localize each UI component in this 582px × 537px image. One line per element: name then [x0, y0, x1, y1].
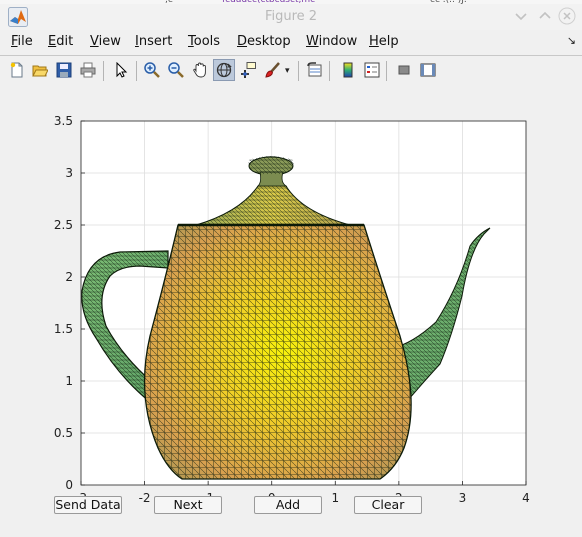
open-file-icon	[32, 65, 48, 77]
close-icon	[558, 7, 576, 25]
new-figure-icon	[10, 62, 23, 78]
y-axis: 0 0.5 1 1.5 2 2.5 3 3.5	[54, 114, 85, 492]
figure-canvas: 00.511.522.533.5 -3-2-101234 Send Data N…	[0, 86, 582, 537]
chevron-down-icon	[515, 13, 527, 21]
toolbar-separator	[329, 61, 330, 81]
zoom-out-button[interactable]	[165, 59, 187, 81]
pan-icon	[193, 62, 206, 78]
legend-button[interactable]	[361, 59, 383, 81]
y-tick-label: 1.5	[54, 322, 73, 336]
figure-toolbar: ▾	[0, 55, 582, 87]
data-cursor-button[interactable]	[237, 59, 259, 81]
teapot-body-mesh	[144, 225, 412, 479]
brush-button[interactable]	[261, 59, 283, 81]
y-tick-label: 0.5	[54, 426, 73, 440]
zoom-in-button[interactable]	[141, 59, 163, 81]
menu-tools[interactable]: Tools	[188, 34, 220, 49]
show-plot-tools-button[interactable]	[417, 59, 439, 81]
add-button[interactable]: Add	[254, 496, 322, 514]
print-button[interactable]	[77, 59, 99, 81]
toolbar-separator	[136, 61, 137, 81]
send-data-button[interactable]: Send Data	[54, 496, 122, 514]
y-tick-label: 2	[65, 270, 73, 284]
show-plot-tools-icon	[420, 63, 436, 77]
close-button[interactable]	[558, 7, 576, 25]
legend-icon	[364, 62, 380, 78]
menu-file[interactable]: File	[11, 34, 33, 49]
menu-insert[interactable]: Insert	[135, 34, 172, 49]
y-tick-label: 0	[65, 478, 73, 492]
brush-dropdown-arrow[interactable]: ▾	[285, 66, 290, 76]
y-tick-label: 3	[65, 166, 73, 180]
maximize-button[interactable]	[536, 7, 554, 25]
brush-icon	[265, 62, 280, 78]
toolbar-separator	[298, 61, 299, 81]
open-file-button[interactable]	[29, 59, 51, 81]
toolbar-separator	[103, 61, 104, 81]
colorbar-icon	[343, 62, 353, 78]
chevron-up-icon	[539, 11, 551, 19]
rotate-3d-icon	[216, 62, 232, 78]
y-tick-label: 3.5	[54, 114, 73, 128]
edit-plot-button[interactable]	[110, 59, 132, 81]
save-button[interactable]	[53, 59, 75, 81]
title-bar: Figure 2	[0, 4, 582, 30]
menu-bar: File Edit View Insert Tools Desktop Wind…	[0, 31, 582, 53]
axes-plot[interactable]: 00.511.522.533.5 -3-2-101234	[0, 86, 582, 537]
menu-desktop[interactable]: Desktop	[237, 34, 291, 49]
colorbar-button[interactable]	[337, 59, 359, 81]
next-button[interactable]: Next	[154, 496, 222, 514]
teapot-lid-stem	[257, 171, 288, 187]
pan-button[interactable]	[189, 59, 211, 81]
x-tick-label: 1	[331, 491, 339, 505]
dock-figure-button[interactable]: ↘	[567, 34, 576, 47]
y-tick-label: 2.5	[54, 218, 73, 232]
edit-plot-icon	[116, 62, 128, 78]
clear-button[interactable]: Clear	[354, 496, 422, 514]
link-plot-button[interactable]	[304, 59, 326, 81]
menu-edit[interactable]: Edit	[48, 34, 73, 49]
x-tick-label: 3	[459, 491, 467, 505]
rotate-3d-button[interactable]	[213, 59, 235, 81]
teapot-lid-stem-mesh	[248, 156, 294, 174]
x-tick-label: -2	[139, 491, 151, 505]
menu-help[interactable]: Help	[369, 34, 399, 49]
menu-view[interactable]: View	[90, 34, 121, 49]
zoom-in-icon	[144, 62, 160, 78]
y-tick-label: 1	[65, 374, 73, 388]
hide-plot-tools-icon	[398, 65, 410, 75]
new-figure-button[interactable]	[6, 59, 28, 81]
x-tick-label: 4	[522, 491, 530, 505]
menu-window[interactable]: Window	[306, 34, 357, 49]
hide-plot-tools-button[interactable]	[393, 59, 415, 81]
window-title: Figure 2	[264, 9, 318, 24]
print-icon	[80, 62, 96, 78]
data-cursor-icon	[241, 62, 256, 78]
zoom-out-icon	[168, 62, 184, 78]
save-icon	[56, 62, 72, 78]
minimize-button[interactable]	[512, 7, 530, 25]
link-plot-icon	[307, 62, 322, 77]
toolbar-separator	[386, 61, 387, 81]
